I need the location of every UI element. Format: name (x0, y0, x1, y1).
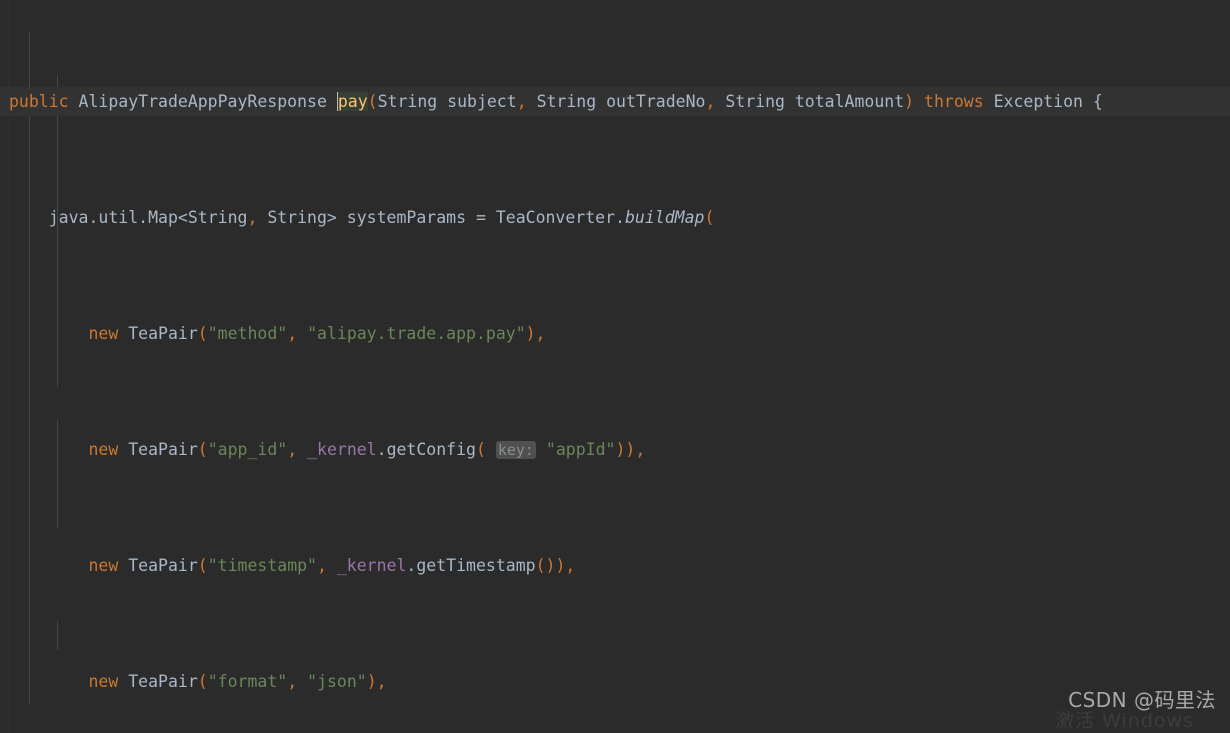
csdn-watermark: CSDN @码里法 (1068, 688, 1216, 712)
code-line[interactable]: java.util.Map<String, String> systemPara… (0, 203, 1230, 232)
code-line[interactable]: new TeaPair("format", "json"), (0, 667, 1230, 696)
code-line[interactable]: new TeaPair("method", "alipay.trade.app.… (0, 319, 1230, 348)
code-line[interactable]: new TeaPair("app_id", _kernel.getConfig(… (0, 435, 1230, 464)
code-content[interactable]: public AlipayTradeAppPayResponse pay(Str… (0, 0, 1230, 733)
method-name-pay[interactable]: pay (337, 92, 368, 111)
code-editor[interactable]: public AlipayTradeAppPayResponse pay(Str… (0, 0, 1230, 733)
code-line[interactable]: public AlipayTradeAppPayResponse pay(Str… (0, 87, 1230, 116)
param-hint-key: key: (495, 441, 536, 459)
code-line[interactable]: new TeaPair("timestamp", _kernel.getTime… (0, 551, 1230, 580)
